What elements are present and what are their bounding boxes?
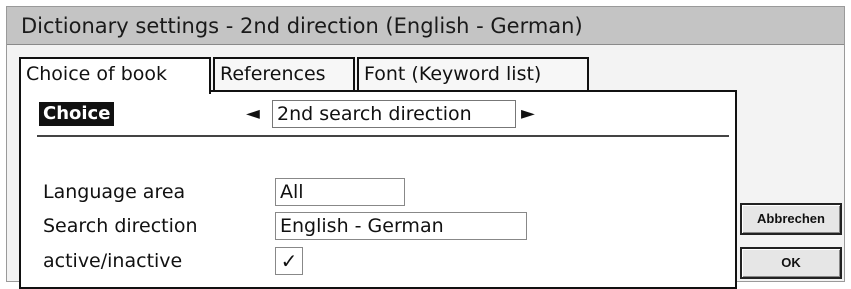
dialog-window: Dictionary settings - 2nd direction (Eng… bbox=[6, 6, 845, 289]
active-inactive-label: active/inactive bbox=[43, 250, 183, 272]
language-area-field[interactable]: All bbox=[275, 178, 405, 206]
choice-label: Choice bbox=[39, 102, 115, 126]
tab-label: Font (Keyword list) bbox=[364, 63, 542, 85]
tab-label: Choice of book bbox=[26, 63, 168, 85]
tab-font-keyword-list[interactable]: Font (Keyword list) bbox=[357, 57, 589, 91]
search-direction-label: Search direction bbox=[43, 215, 198, 237]
tab-panel: Choice ◄ 2nd search direction ► Language… bbox=[19, 90, 737, 289]
tab-choice-of-book[interactable]: Choice of book bbox=[19, 57, 211, 94]
right-arrow-icon[interactable]: ► bbox=[521, 102, 535, 126]
left-arrow-icon[interactable]: ◄ bbox=[246, 102, 260, 126]
language-area-label: Language area bbox=[43, 181, 186, 203]
active-checkbox[interactable]: ✓ bbox=[275, 247, 303, 275]
checkmark-icon: ✓ bbox=[280, 249, 298, 273]
choice-selector[interactable]: 2nd search direction bbox=[272, 100, 516, 128]
cancel-button[interactable]: Abbrechen bbox=[740, 203, 842, 235]
dialog-title: Dictionary settings - 2nd direction (Eng… bbox=[7, 7, 844, 45]
ok-button[interactable]: OK bbox=[740, 247, 842, 279]
tab-references[interactable]: References bbox=[213, 57, 355, 91]
search-direction-field[interactable]: English - German bbox=[275, 212, 527, 240]
divider bbox=[37, 135, 729, 137]
tab-label: References bbox=[220, 63, 326, 85]
